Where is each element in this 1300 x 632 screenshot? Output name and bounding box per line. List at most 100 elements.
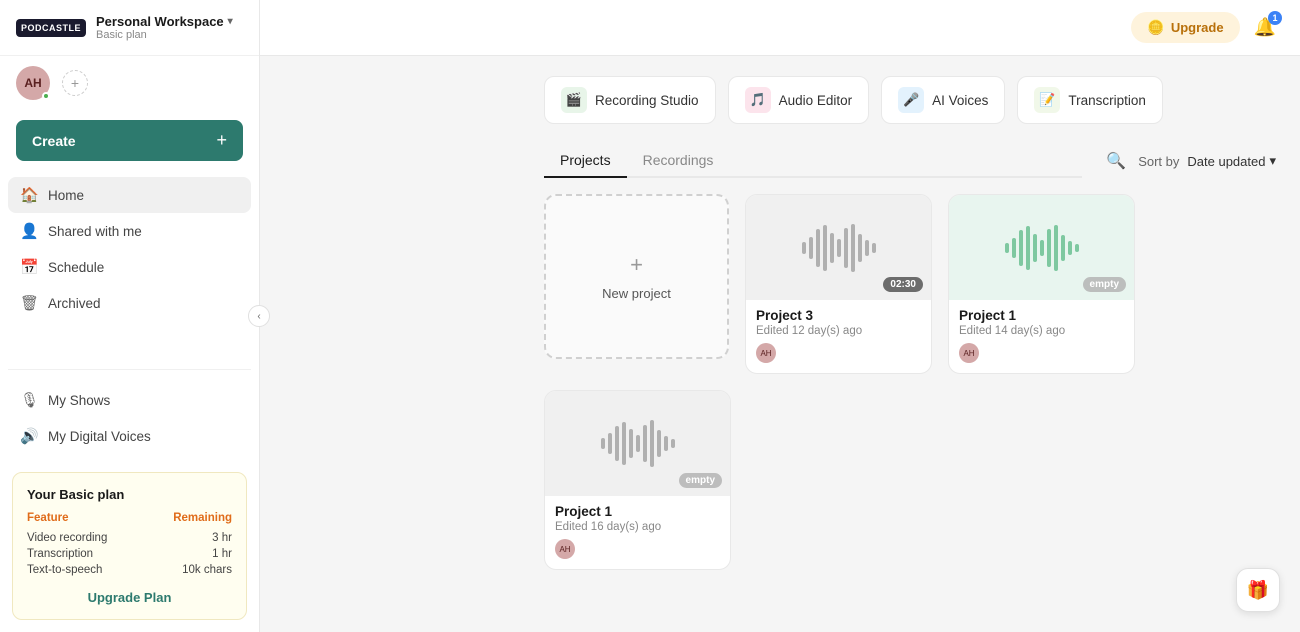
sidebar: PODCASTLE Personal Workspace ▾ Basic pla… <box>0 0 260 632</box>
upgrade-button[interactable]: 🪙 Upgrade <box>1131 12 1239 43</box>
schedule-icon: 📅 <box>20 258 38 276</box>
ai-icon: 🎤 <box>898 87 924 113</box>
sort-area: 🔍 Sort by Date updated ▾ <box>1102 147 1276 175</box>
sidebar-item-my-shows[interactable]: 🎙 My Shows <box>8 382 251 418</box>
project-info: Project 1 Edited 14 day(s) ago AH <box>949 300 1134 373</box>
waveform <box>1005 223 1079 273</box>
notification-badge: 1 <box>1268 11 1282 25</box>
feature-name: Transcription <box>27 548 93 560</box>
voices-icon: 🔊 <box>20 427 38 445</box>
main-content: 🎬 Recording Studio 🎵 Audio Editor 🎤 AI V… <box>520 56 1300 632</box>
tab-projects[interactable]: Projects <box>544 144 627 178</box>
sidebar-item-schedule[interactable]: 📅 Schedule <box>8 249 251 285</box>
sidebar-item-home[interactable]: 🏠 Home <box>8 177 251 213</box>
feature-name: Video recording <box>27 532 107 544</box>
nav-section-main: 🏠 Home 👤 Shared with me 📅 Schedule 🗑 Arc… <box>0 171 259 363</box>
project-date: Edited 14 day(s) ago <box>959 325 1124 337</box>
tabs-row: Projects Recordings 🔍 Sort by Date updat… <box>544 144 1276 178</box>
coin-icon: 🪙 <box>1147 19 1164 36</box>
tool-label: AI Voices <box>932 93 988 108</box>
sidebar-item-my-digital-voices[interactable]: 🔊 My Digital Voices <box>8 418 251 454</box>
waveform <box>802 223 876 273</box>
chevron-down-icon: ▾ <box>228 16 233 27</box>
project-name: Project 1 <box>959 308 1124 323</box>
new-project-card[interactable]: + New project <box>544 194 729 359</box>
new-project-plus-icon: + <box>630 252 643 278</box>
sort-label: Sort by <box>1138 154 1179 169</box>
audio-editor-button[interactable]: 🎵 Audio Editor <box>728 76 870 124</box>
topbar: 🪙 Upgrade 🔔 1 <box>260 0 1300 56</box>
feature-name: Text-to-speech <box>27 564 102 576</box>
project-avatar-row: AH <box>959 343 1124 363</box>
avatar-row: AH + <box>0 56 259 110</box>
recording-studio-button[interactable]: 🎬 Recording Studio <box>544 76 716 124</box>
camera-icon: 🎬 <box>561 87 587 113</box>
chat-bubble-button[interactable]: 🎁 <box>1236 568 1280 612</box>
workspace-info: Personal Workspace ▾ Basic plan <box>96 14 243 41</box>
avatar[interactable]: AH <box>16 66 50 100</box>
shared-icon: 👤 <box>20 222 38 240</box>
feature-header: Feature <box>27 512 69 524</box>
project-info: Project 1 Edited 16 day(s) ago AH <box>545 496 730 569</box>
ai-voices-button[interactable]: 🎤 AI Voices <box>881 76 1005 124</box>
audio-icon: 🎵 <box>745 87 771 113</box>
collapse-sidebar-button[interactable]: ‹ <box>248 305 270 327</box>
sidebar-item-label: My Shows <box>48 393 110 408</box>
feature-remaining: 10k chars <box>182 564 232 576</box>
sidebar-item-archived[interactable]: 🗑 Archived <box>8 285 251 321</box>
home-icon: 🏠 <box>20 186 38 204</box>
nav-divider <box>8 369 251 370</box>
sort-value-button[interactable]: Date updated ▾ <box>1187 153 1276 169</box>
project-name: Project 1 <box>555 504 720 519</box>
add-workspace-button[interactable]: + <box>62 70 88 96</box>
create-button[interactable]: Create + <box>16 120 243 161</box>
tool-label: Transcription <box>1068 93 1146 108</box>
empty-badge: empty <box>1083 277 1126 292</box>
search-button[interactable]: 🔍 <box>1102 147 1130 175</box>
new-project-label: New project <box>602 286 671 301</box>
tab-recordings[interactable]: Recordings <box>627 144 730 178</box>
projects-grid: + New project 02:30 <box>544 194 1276 570</box>
plan-table-header: Feature Remaining <box>27 512 232 524</box>
project-date: Edited 16 day(s) ago <box>555 521 720 533</box>
project-card[interactable]: empty Project 1 Edited 14 day(s) ago AH <box>948 194 1135 374</box>
plan-table: Feature Remaining Video recording 3 hr T… <box>27 512 232 578</box>
remaining-header: Remaining <box>173 512 232 524</box>
project-thumbnail: empty <box>949 195 1134 300</box>
plan-row-transcription: Transcription 1 hr <box>27 546 232 562</box>
sidebar-item-shared[interactable]: 👤 Shared with me <box>8 213 251 249</box>
tabs: Projects Recordings <box>544 144 1082 178</box>
feature-remaining: 1 hr <box>212 548 232 560</box>
project-avatar-row: AH <box>756 343 921 363</box>
tool-label: Audio Editor <box>779 93 853 108</box>
plan-row-tts: Text-to-speech 10k chars <box>27 562 232 578</box>
app-logo: PODCASTLE <box>16 19 86 37</box>
duration-badge: 02:30 <box>883 277 923 292</box>
waveform <box>601 419 675 469</box>
tool-label: Recording Studio <box>595 93 699 108</box>
project-thumbnail: 02:30 <box>746 195 931 300</box>
create-plus-icon: + <box>216 130 227 151</box>
sidebar-item-label: Shared with me <box>48 224 142 239</box>
plan-row-video: Video recording 3 hr <box>27 530 232 546</box>
project-card[interactable]: empty Project 1 Edited 16 day(s) ago AH <box>544 390 731 570</box>
transcription-icon: 📝 <box>1034 87 1060 113</box>
transcription-button[interactable]: 📝 Transcription <box>1017 76 1163 124</box>
sidebar-item-label: Schedule <box>48 260 104 275</box>
workspace-plan: Basic plan <box>96 29 243 41</box>
notification-button[interactable]: 🔔 1 <box>1250 13 1280 42</box>
empty-badge: empty <box>679 473 722 488</box>
workspace-name[interactable]: Personal Workspace ▾ <box>96 14 243 29</box>
plan-title: Your Basic plan <box>27 487 232 502</box>
project-thumbnail: empty <box>545 391 730 496</box>
upgrade-plan-link[interactable]: Upgrade Plan <box>27 590 232 605</box>
sidebar-header: PODCASTLE Personal Workspace ▾ Basic pla… <box>0 0 259 56</box>
project-owner-avatar: AH <box>959 343 979 363</box>
sidebar-item-label: Home <box>48 188 84 203</box>
archive-icon: 🗑 <box>20 294 38 312</box>
nav-section-bottom: 🎙 My Shows 🔊 My Digital Voices <box>0 376 259 460</box>
project-owner-avatar: AH <box>555 539 575 559</box>
avatar-online-dot <box>42 92 50 100</box>
project-avatar-row: AH <box>555 539 720 559</box>
project-card[interactable]: 02:30 Project 3 Edited 12 day(s) ago AH <box>745 194 932 374</box>
